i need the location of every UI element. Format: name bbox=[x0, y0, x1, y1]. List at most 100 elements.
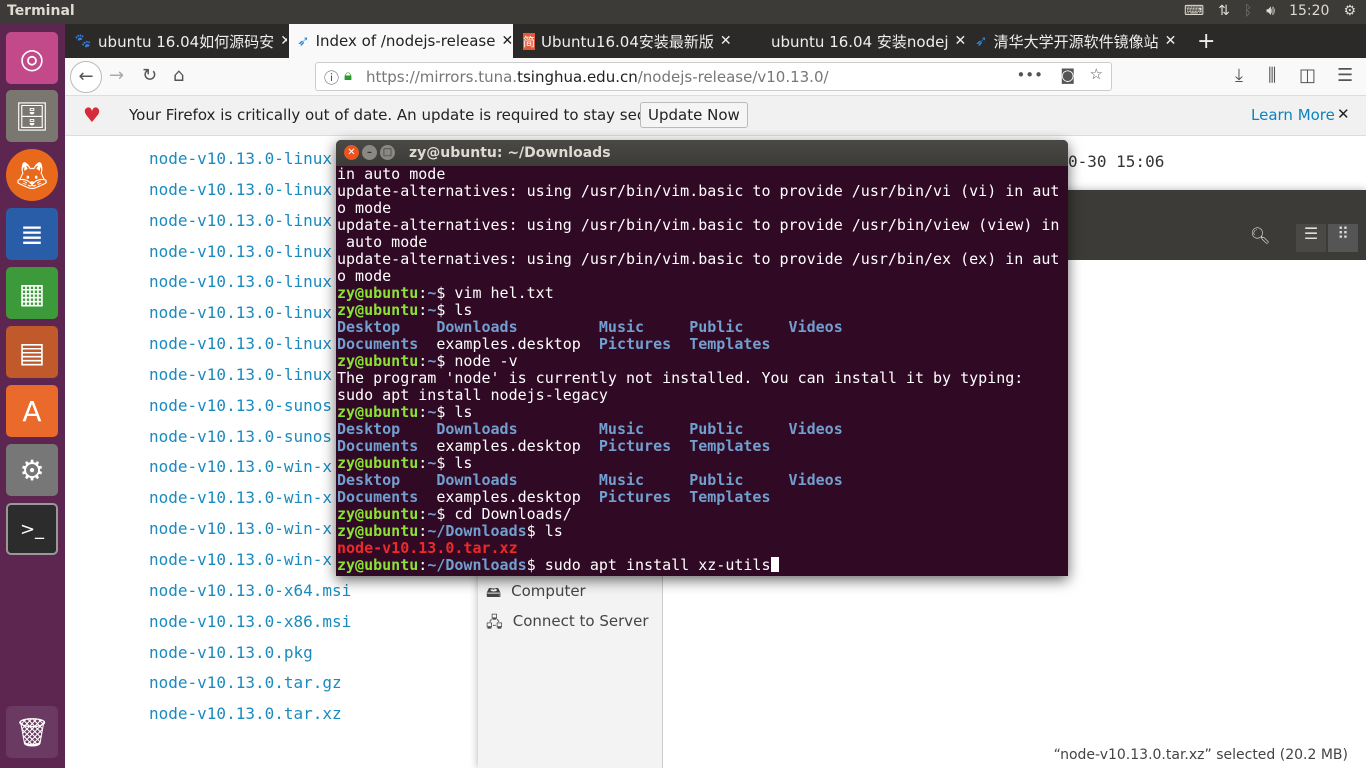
pocket-icon[interactable]: ◙ bbox=[1060, 66, 1075, 84]
terminal-text: Pictures Templates bbox=[598, 488, 771, 506]
terminal-text: $ ls bbox=[526, 522, 563, 540]
terminal-text: zy@ubuntu bbox=[337, 352, 419, 370]
terminal-titlebar[interactable]: ✕ – □ zy@ubuntu: ~/Downloads bbox=[336, 140, 1068, 166]
close-tab-icon[interactable]: ✕ bbox=[720, 33, 732, 49]
bluetooth-icon[interactable]: ᛒ bbox=[1244, 3, 1252, 19]
file-link[interactable]: node-v10.13.0-linux bbox=[149, 175, 351, 206]
file-link[interactable]: node-v10.13.0-linux bbox=[149, 329, 351, 360]
home-button[interactable]: ⌂ bbox=[173, 65, 184, 86]
tab-active[interactable]: ➶ Index of /nodejs-release ✕ bbox=[289, 24, 513, 58]
settings-icon[interactable]: ⚙ bbox=[6, 444, 58, 496]
file-link[interactable]: node-v10.13.0-win-x bbox=[149, 514, 351, 545]
file-link[interactable]: node-v10.13.0-linux bbox=[149, 237, 351, 268]
terminal-text: examples.desktop bbox=[436, 335, 599, 353]
maximize-window-button[interactable]: □ bbox=[380, 145, 395, 160]
bookmark-star-icon[interactable]: ☆ bbox=[1090, 65, 1103, 83]
top-panel: Terminal ⌨ ⇅ ᛒ 🔊︎ 15:20 ⚙ bbox=[0, 0, 1366, 24]
reload-button[interactable]: ↻ bbox=[142, 65, 157, 86]
page-actions-icon[interactable]: ••• bbox=[1016, 66, 1043, 84]
terminal-text: examples.desktop bbox=[436, 488, 599, 506]
sidebar-item-computer[interactable]: 🖴︎ Computer bbox=[486, 582, 586, 607]
file-list: node-v10.13.0-linux node-v10.13.0-linux no… bbox=[149, 144, 351, 730]
tab[interactable]: ➶ 清华大学开源软件镜像站 ✕ bbox=[967, 24, 1183, 58]
terminal-line: auto mode bbox=[337, 234, 1068, 251]
impress-icon[interactable]: ▤ bbox=[6, 326, 58, 378]
update-now-button[interactable]: Update Now bbox=[640, 102, 748, 128]
forward-button[interactable]: → bbox=[109, 65, 124, 86]
terminal-line: Documents examples.desktop Pictures Temp… bbox=[337, 489, 1068, 506]
close-tab-icon[interactable]: ✕ bbox=[1165, 33, 1177, 49]
url-bar[interactable]: ⓘ 🔒︎ https://mirrors.tuna.tsinghua.edu.c… bbox=[315, 62, 1112, 91]
file-link[interactable]: node-v10.13.0-linux bbox=[149, 206, 351, 237]
terminal-line: update-alternatives: using /usr/bin/vim.… bbox=[337, 217, 1068, 234]
file-link[interactable]: node-v10.13.0-sunos bbox=[149, 391, 351, 422]
network-icon[interactable]: ⇅ bbox=[1218, 3, 1230, 19]
file-link[interactable]: node-v10.13.0-win-x bbox=[149, 483, 351, 514]
file-link[interactable]: node-v10.13.0-win-x bbox=[149, 452, 351, 483]
library-icon[interactable]: ⫼ bbox=[1268, 65, 1276, 86]
software-center-icon[interactable]: A bbox=[6, 385, 58, 437]
list-view-icon[interactable]: ☰ bbox=[1296, 224, 1326, 252]
calc-icon[interactable]: ▦ bbox=[6, 267, 58, 319]
sidebar-icon[interactable]: ◫ bbox=[1299, 65, 1316, 86]
file-link[interactable]: node-v10.13.0-linux bbox=[149, 267, 351, 298]
files-icon[interactable]: 🗄︎ bbox=[6, 90, 58, 142]
close-tab-icon[interactable]: ✕ bbox=[280, 33, 287, 49]
notice-text: Your Firefox is critically out of date. … bbox=[129, 106, 675, 124]
file-link[interactable]: node-v10.13.0.pkg bbox=[149, 638, 351, 669]
terminal-output[interactable]: in auto mode update-alternatives: using /… bbox=[336, 166, 1068, 574]
ubuntu-dash-icon[interactable]: ◎ bbox=[6, 32, 58, 84]
power-gear-icon[interactable]: ⚙ bbox=[1343, 3, 1356, 19]
terminal-text: update-alternatives: using /usr/bin/vim.… bbox=[337, 216, 1060, 234]
terminal-text: Documents bbox=[337, 437, 437, 455]
volume-icon[interactable]: 🔊︎ bbox=[1266, 3, 1275, 19]
search-icon[interactable]: 🔍︎ bbox=[1250, 226, 1270, 245]
file-link[interactable]: node-v10.13.0-win-x bbox=[149, 545, 351, 576]
close-window-button[interactable]: ✕ bbox=[344, 145, 359, 160]
terminal-text: update-alternatives: using /usr/bin/vim.… bbox=[337, 182, 1060, 200]
grid-view-icon[interactable]: ⠿ bbox=[1328, 224, 1358, 252]
tab[interactable]: 简 Ubuntu16.04安装最新版 ✕ bbox=[515, 24, 739, 58]
terminal-text: zy@ubuntu bbox=[337, 454, 419, 472]
close-tab-icon[interactable]: ✕ bbox=[955, 33, 965, 49]
terminal-text: Desktop Downloads Music Public Videos bbox=[337, 420, 843, 438]
tab-label: ubuntu 16.04如何源码安 bbox=[98, 32, 275, 51]
terminal-line: o mode bbox=[337, 268, 1068, 285]
clock[interactable]: 15:20 bbox=[1289, 3, 1329, 19]
sidebar-label: Connect to Server bbox=[512, 612, 649, 630]
close-notice-icon[interactable]: ✕ bbox=[1337, 105, 1350, 123]
close-tab-icon[interactable]: ✕ bbox=[501, 33, 513, 49]
keyboard-icon[interactable]: ⌨ bbox=[1184, 3, 1204, 19]
new-tab-button[interactable]: + bbox=[1189, 24, 1223, 58]
minimize-window-button[interactable]: – bbox=[362, 145, 377, 160]
file-link[interactable]: node-v10.13.0-sunos bbox=[149, 422, 351, 453]
firefox-icon[interactable]: 🦊︎ bbox=[6, 149, 58, 201]
downloads-icon[interactable]: ⤓ bbox=[1235, 65, 1243, 86]
trash-icon[interactable]: 🗑︎ bbox=[6, 706, 58, 758]
info-icon[interactable]: ⓘ bbox=[324, 67, 339, 88]
terminal-window[interactable]: ✕ – □ zy@ubuntu: ~/Downloads in auto mod… bbox=[336, 140, 1068, 576]
writer-icon[interactable]: ≣ bbox=[6, 208, 58, 260]
terminal-line: zy@ubuntu:~/Downloads$ sudo apt install … bbox=[337, 557, 1068, 574]
terminal-line: update-alternatives: using /usr/bin/vim.… bbox=[337, 251, 1068, 268]
active-app-title: Terminal bbox=[7, 3, 75, 19]
file-link[interactable]: node-v10.13.0.tar.xz bbox=[149, 699, 351, 730]
navigation-bar: ← → ↻ ⌂ ⓘ 🔒︎ https://mirrors.tuna.tsingh… bbox=[65, 58, 1366, 96]
file-link[interactable]: node-v10.13.0-x86.msi bbox=[149, 607, 351, 638]
back-button[interactable]: ← bbox=[70, 61, 102, 93]
file-link[interactable]: node-v10.13.0.tar.gz bbox=[149, 668, 351, 699]
learn-more-link[interactable]: Learn More bbox=[1251, 106, 1335, 124]
terminal-text: The program 'node' is currently not inst… bbox=[337, 369, 1024, 387]
url-text: https://mirrors.tuna. bbox=[366, 68, 518, 86]
terminal-icon[interactable]: >_ bbox=[6, 503, 58, 555]
file-link[interactable]: node-v10.13.0-linux bbox=[149, 144, 351, 175]
sidebar-item-connect-to-server[interactable]: 🖧︎ Connect to Server bbox=[486, 612, 649, 637]
update-notification-bar: ♥ Your Firefox is critically out of date… bbox=[65, 96, 1366, 136]
menu-icon[interactable]: ☰ bbox=[1337, 65, 1353, 86]
terminal-line: zy@ubuntu:~$ vim hel.txt bbox=[337, 285, 1068, 302]
file-link[interactable]: node-v10.13.0-x64.msi bbox=[149, 576, 351, 607]
tab[interactable]: 🐾︎ ubuntu 16.04如何源码安 ✕ bbox=[65, 24, 287, 58]
tab[interactable]: ubuntu 16.04 安装nodej ✕ bbox=[741, 24, 965, 58]
file-link[interactable]: node-v10.13.0-linux bbox=[149, 298, 351, 329]
file-link[interactable]: node-v10.13.0-linux bbox=[149, 360, 351, 391]
